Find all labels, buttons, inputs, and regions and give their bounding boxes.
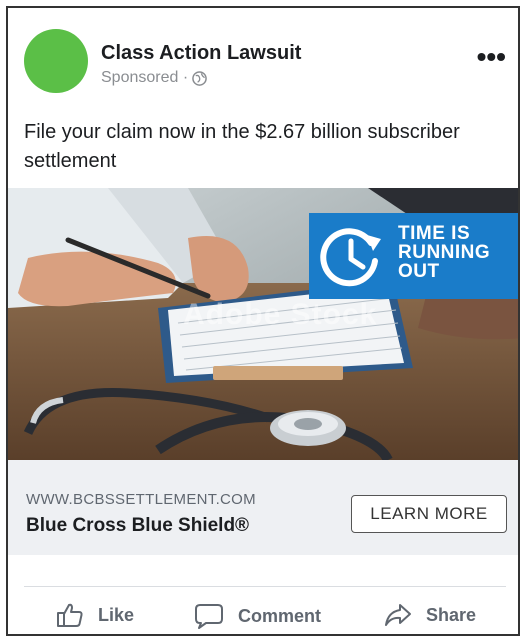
comment-label: Comment (238, 605, 322, 626)
comment-icon (195, 604, 223, 629)
like-label: Like (98, 604, 135, 625)
share-icon (385, 604, 411, 626)
learn-more-button[interactable]: LEARN MORE (351, 495, 507, 533)
clock-icon (320, 228, 381, 287)
banner-text: TIME IS RUNNING OUT (398, 224, 490, 281)
divider (24, 586, 506, 587)
banner-line-1: TIME IS (398, 223, 471, 244)
page-name[interactable]: Class Action Lawsuit (101, 42, 301, 65)
link-preview[interactable]: WWW.BCBSSETTLEMENT.COM Blue Cross Blue S… (8, 460, 518, 555)
link-title[interactable]: Blue Cross Blue Shield® (26, 515, 249, 537)
post-header: Class Action Lawsuit Sponsored · ••• (8, 8, 518, 106)
ad-image[interactable]: TIME IS RUNNING OUT Adobe Stock (8, 188, 518, 460)
banner-line-3: OUT (398, 261, 440, 282)
comment-button[interactable]: Comment (194, 602, 321, 630)
avatar[interactable] (24, 29, 88, 93)
post-text: File your claim now in the $2.67 billion… (24, 121, 460, 172)
sponsored-post-card: Class Action Lawsuit Sponsored · ••• Fil… (6, 6, 520, 636)
like-icon (57, 603, 83, 627)
globe-icon (192, 70, 207, 86)
post-meta: Sponsored · (101, 69, 207, 87)
link-domain: WWW.BCBSSETTLEMENT.COM (26, 491, 256, 508)
sponsored-label: Sponsored · (101, 69, 189, 86)
like-button[interactable]: Like (56, 602, 134, 628)
banner-line-2: RUNNING (398, 242, 491, 263)
time-running-out-banner: TIME IS RUNNING OUT (309, 213, 518, 299)
more-options-icon[interactable]: ••• (477, 43, 506, 71)
watermark: Adobe Stock (183, 298, 378, 331)
action-bar: Like Comment Share (8, 594, 518, 634)
share-button[interactable]: Share (384, 602, 476, 628)
share-label: Share (426, 604, 477, 625)
